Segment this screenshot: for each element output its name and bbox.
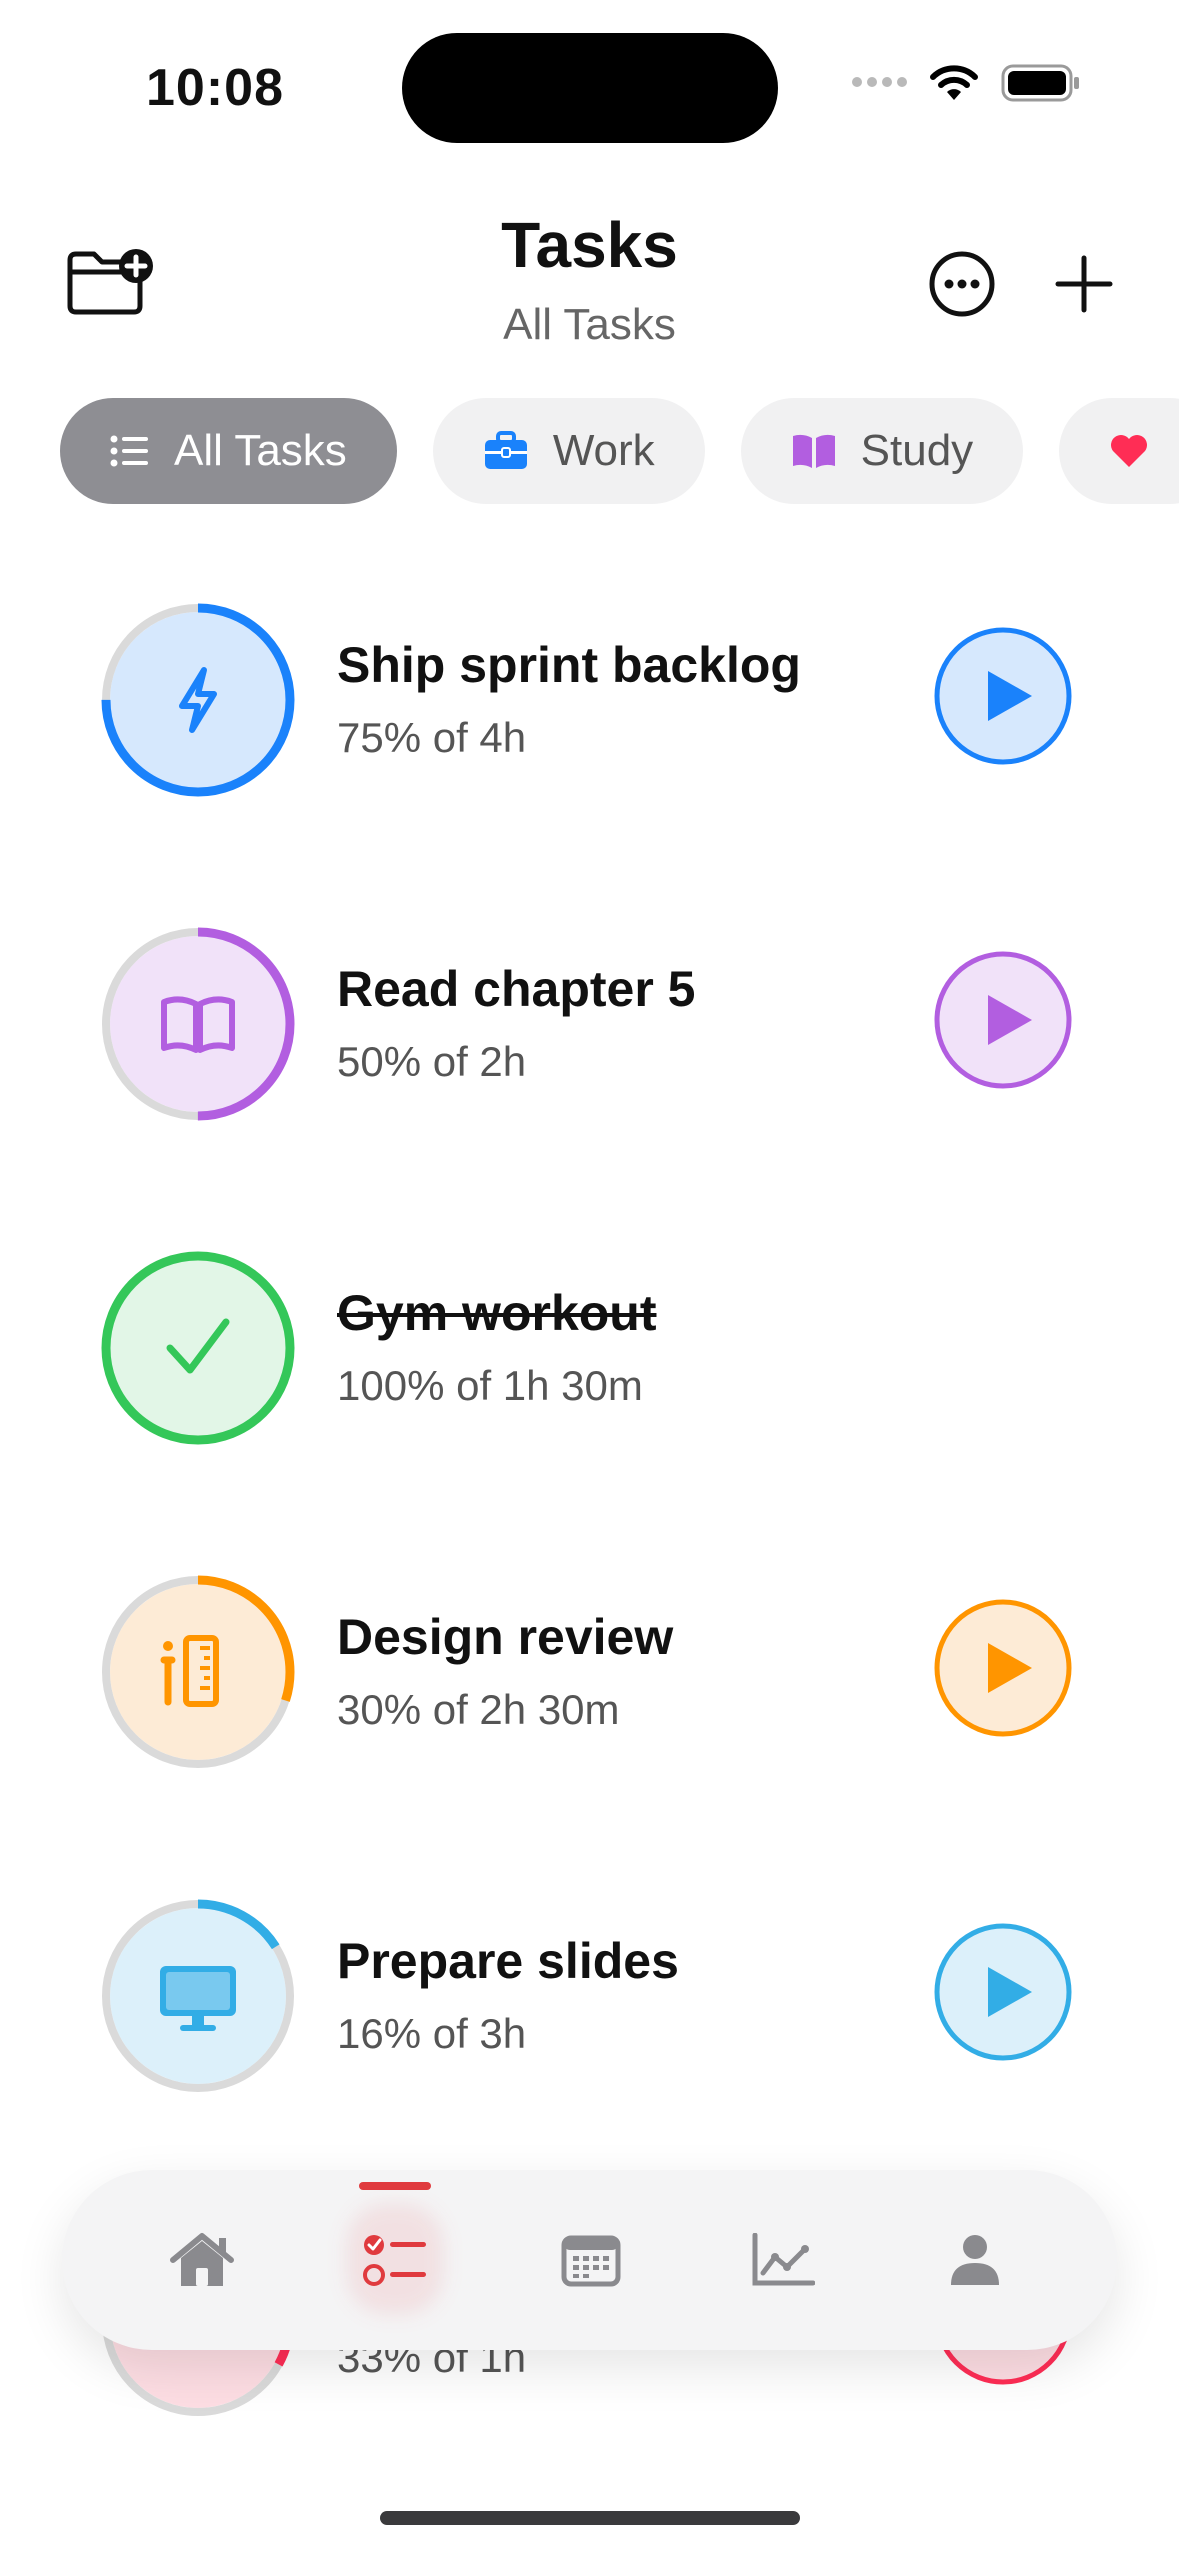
person-icon [951, 2235, 999, 2285]
task-row[interactable]: Prepare slides 16% of 3h [0, 1898, 1179, 2098]
play-button[interactable] [934, 1599, 1072, 1737]
ellipsis-circle-icon[interactable] [928, 250, 996, 318]
task-progress-ring [101, 603, 295, 797]
task-name: Prepare slides [337, 1933, 679, 1989]
tab-home[interactable] [142, 2170, 262, 2350]
task-progress-ring [101, 1251, 295, 1445]
page-subtitle: All Tasks [503, 300, 676, 349]
tab-bar [62, 2170, 1117, 2350]
list-icon [110, 435, 148, 467]
chip-label: All Tasks [174, 426, 347, 475]
task-list-icon [363, 2235, 426, 2286]
page-title: Tasks [501, 209, 678, 281]
task-name: Ship sprint backlog [337, 637, 801, 693]
chip-label: Work [552, 426, 655, 475]
task-progress-ring [101, 1575, 295, 1769]
task-row[interactable]: Design review 30% of 2h 30m [0, 1574, 1179, 1774]
tab-tasks[interactable] [335, 2170, 455, 2350]
chip-health[interactable] [1059, 398, 1179, 504]
task-name: Read chapter 5 [337, 961, 696, 1017]
heart-icon [1111, 435, 1148, 467]
play-button[interactable] [934, 627, 1072, 765]
task-row[interactable]: Ship sprint backlog 75% of 4h [0, 602, 1179, 802]
task-progress-text: 16% of 3h [337, 2010, 527, 2057]
tab-profile[interactable] [915, 2170, 1035, 2350]
play-button[interactable] [934, 1923, 1072, 2061]
category-filter-bar: All Tasks Work Study [60, 398, 1179, 504]
plus-icon[interactable] [1054, 254, 1114, 314]
tab-calendar[interactable] [531, 2170, 651, 2350]
task-name: Design review [337, 1609, 674, 1665]
task-progress-ring [101, 927, 295, 1121]
task-name: Gym workout [337, 1285, 657, 1341]
chip-label: Study [860, 426, 974, 475]
dynamic-island [402, 33, 778, 143]
signal-icon [847, 74, 907, 92]
briefcase-icon [484, 431, 527, 469]
tab-active-indicator [359, 2182, 431, 2190]
home-icon [170, 2233, 234, 2286]
book-icon [792, 434, 835, 468]
wifi-icon [930, 65, 978, 100]
calendar-icon [561, 2235, 621, 2287]
status-time: 10:08 [146, 59, 284, 117]
task-progress-text: 75% of 4h [337, 714, 527, 761]
task-progress-text: 100% of 1h 30m [337, 1362, 643, 1409]
play-button[interactable] [934, 951, 1072, 1089]
status-indicators [847, 64, 1081, 102]
chip-study[interactable]: Study [740, 398, 1024, 504]
tab-stats[interactable] [723, 2170, 843, 2350]
task-row[interactable]: Gym workout 100% of 1h 30m [0, 1250, 1179, 1450]
chip-all-tasks[interactable]: All Tasks [60, 398, 397, 504]
battery-icon [1001, 64, 1079, 102]
task-progress-ring [101, 1899, 295, 2093]
home-indicator [380, 2511, 800, 2525]
chip-work[interactable]: Work [432, 398, 705, 504]
task-progress-text: 30% of 2h 30m [337, 1686, 620, 1733]
task-row[interactable]: Read chapter 5 50% of 2h [0, 926, 1179, 1126]
chart-icon [752, 2233, 815, 2286]
task-progress-text: 50% of 2h [337, 1038, 527, 1085]
